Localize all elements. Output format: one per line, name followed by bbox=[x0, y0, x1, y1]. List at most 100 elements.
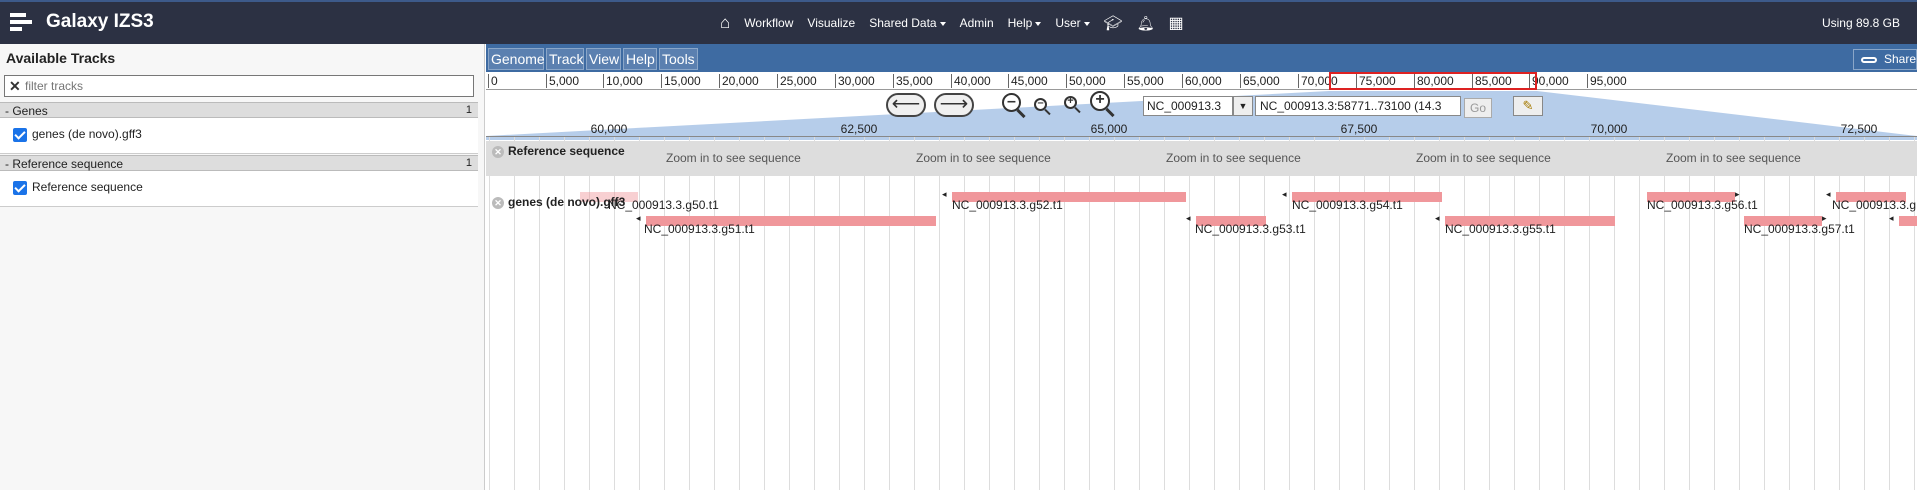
zoom-out-more-button[interactable]: – bbox=[1002, 93, 1030, 119]
feature-label: NC_000913.3.g55.t1 bbox=[1445, 222, 1556, 236]
minor-grid-line bbox=[1589, 137, 1590, 490]
scale-label: 67,500 bbox=[1340, 122, 1378, 136]
minor-grid-line bbox=[1764, 137, 1765, 490]
browser-menubar: Genome Track View Help Tools Share bbox=[486, 44, 1917, 72]
minor-grid-line bbox=[1139, 137, 1140, 490]
chevron-down-icon[interactable]: ▼ bbox=[1233, 96, 1253, 116]
arrow-right-icon: ⟶ bbox=[939, 93, 969, 115]
feature-label: NC_000913.3.g bbox=[1832, 198, 1917, 212]
minor-grid-line bbox=[514, 137, 515, 490]
feature-label: NC_000913.3.g56.t1 bbox=[1647, 198, 1758, 212]
nav-admin[interactable]: Admin bbox=[960, 16, 994, 30]
galaxy-logo-icon[interactable] bbox=[10, 13, 32, 35]
track-checkbox[interactable] bbox=[13, 128, 27, 142]
graduation-cap-icon[interactable]: 🎓︎ bbox=[1104, 14, 1123, 32]
category-count: 1 bbox=[465, 157, 472, 169]
overview-tick-label: 35,000 bbox=[896, 74, 933, 88]
overview-tick-label: 95,000 bbox=[1590, 74, 1627, 88]
minor-grid-line bbox=[1314, 137, 1315, 490]
menu-tools[interactable]: Tools bbox=[659, 48, 698, 70]
category-reference-sequence[interactable]: - Reference sequence 1 bbox=[0, 155, 478, 171]
scale-label: 72,500 bbox=[1840, 122, 1878, 136]
minor-grid-line bbox=[1064, 137, 1065, 490]
strand-arrow-icon: ◂ bbox=[1186, 213, 1191, 223]
clear-filter-icon[interactable]: ✕ bbox=[9, 78, 21, 95]
highlight-marker-button[interactable]: ✎ bbox=[1513, 96, 1543, 116]
track-item-reference-sequence[interactable]: Reference sequence bbox=[0, 171, 478, 207]
overview-tick-label: 15,000 bbox=[664, 74, 701, 88]
nav-shared-data[interactable]: Shared Data bbox=[869, 16, 945, 30]
minor-grid-line bbox=[1564, 137, 1565, 490]
zoom-out-button[interactable]: – bbox=[1034, 98, 1056, 118]
pan-right-button[interactable]: ⟶ bbox=[934, 93, 974, 117]
share-button[interactable]: Share bbox=[1853, 49, 1917, 70]
minor-grid-line bbox=[1789, 137, 1790, 490]
genes-track-label[interactable]: ✕ genes (de novo).gff3 bbox=[490, 194, 629, 210]
zoom-hint: Zoom in to see sequence bbox=[916, 151, 1051, 165]
strand-arrow-icon: ◂ bbox=[1282, 189, 1287, 199]
minor-grid-line bbox=[1364, 137, 1365, 490]
menu-track[interactable]: Track bbox=[546, 48, 584, 70]
zoom-hint: Zoom in to see sequence bbox=[666, 151, 801, 165]
scale-line bbox=[486, 136, 1917, 137]
zoom-in-button[interactable]: + bbox=[1064, 96, 1086, 116]
strand-arrow-icon: ◂ bbox=[1826, 189, 1831, 199]
minor-grid-line bbox=[914, 137, 915, 490]
overview-highlight-region[interactable] bbox=[1329, 72, 1537, 90]
overview-tick-label: 40,000 bbox=[954, 74, 991, 88]
feature-g59[interactable] bbox=[1899, 216, 1917, 226]
minor-grid-line bbox=[789, 137, 790, 490]
minor-grid-line bbox=[1414, 137, 1415, 490]
minor-grid-line bbox=[764, 137, 765, 490]
grid-icon[interactable]: ▦ bbox=[1168, 13, 1183, 33]
go-button[interactable]: Go bbox=[1464, 98, 1492, 118]
main-nav: ⌂ Workflow Visualize Shared Data Admin H… bbox=[720, 2, 1184, 44]
reference-track-label[interactable]: ✕ Reference sequence bbox=[490, 143, 629, 159]
overview-tick-label: 55,000 bbox=[1127, 74, 1164, 88]
minor-grid-line bbox=[964, 137, 965, 490]
filter-input[interactable] bbox=[25, 78, 465, 94]
close-track-icon[interactable]: ✕ bbox=[492, 146, 504, 158]
location-input[interactable]: NC_000913.3:58771..73100 (14.3 bbox=[1255, 96, 1461, 116]
minor-grid-line bbox=[1114, 137, 1115, 490]
feature-label: NC_000913.3.g51.t1 bbox=[644, 222, 755, 236]
home-icon[interactable]: ⌂ bbox=[720, 13, 730, 33]
zoom-in-more-button[interactable]: + bbox=[1090, 91, 1118, 119]
feature-label: NC_000913.3.g57.t1 bbox=[1744, 222, 1855, 236]
nav-workflow[interactable]: Workflow bbox=[744, 16, 793, 30]
minor-grid-line bbox=[539, 137, 540, 490]
highlighter-icon: ✎ bbox=[1522, 98, 1534, 113]
nav-help[interactable]: Help bbox=[1008, 16, 1042, 30]
disk-usage[interactable]: Using 89.8 GB bbox=[1822, 16, 1900, 30]
bell-icon[interactable]: 🔔︎ bbox=[1137, 15, 1155, 32]
menu-help[interactable]: Help bbox=[623, 48, 657, 70]
minor-grid-line bbox=[1439, 137, 1440, 490]
strand-arrow-icon: ◂ bbox=[1435, 213, 1440, 223]
nav-visualize[interactable]: Visualize bbox=[807, 16, 855, 30]
panel-title: Available Tracks bbox=[6, 50, 116, 66]
minor-grid-line bbox=[689, 137, 690, 490]
masthead: Galaxy IZS3 ⌂ Workflow Visualize Shared … bbox=[0, 0, 1917, 44]
nav-user[interactable]: User bbox=[1055, 16, 1089, 30]
track-checkbox[interactable] bbox=[13, 181, 27, 195]
minor-grid-line bbox=[989, 137, 990, 490]
category-genes[interactable]: - Genes 1 bbox=[0, 102, 478, 118]
minor-grid-line bbox=[1539, 137, 1540, 490]
refseq-select[interactable]: NC_000913.3 bbox=[1143, 96, 1233, 116]
minor-grid-line bbox=[639, 137, 640, 490]
close-track-icon[interactable]: ✕ bbox=[492, 197, 504, 209]
minor-grid-line bbox=[1039, 137, 1040, 490]
pan-left-button[interactable]: ⟵ bbox=[886, 93, 926, 117]
menu-genome[interactable]: Genome bbox=[488, 48, 545, 70]
track-item-label: genes (de novo).gff3 bbox=[32, 127, 142, 141]
track-item-genes[interactable]: genes (de novo).gff3 bbox=[0, 118, 478, 154]
scale-label: 65,000 bbox=[1090, 122, 1128, 136]
menu-view[interactable]: View bbox=[586, 48, 621, 70]
minor-grid-line bbox=[864, 137, 865, 490]
minor-grid-line bbox=[1839, 137, 1840, 490]
overview-tick-label: 20,000 bbox=[722, 74, 759, 88]
scale-label: 60,000 bbox=[590, 122, 628, 136]
strand-arrow-icon: ◂ bbox=[636, 213, 641, 223]
brand-title[interactable]: Galaxy IZS3 bbox=[46, 11, 154, 33]
category-count: 1 bbox=[465, 104, 472, 116]
